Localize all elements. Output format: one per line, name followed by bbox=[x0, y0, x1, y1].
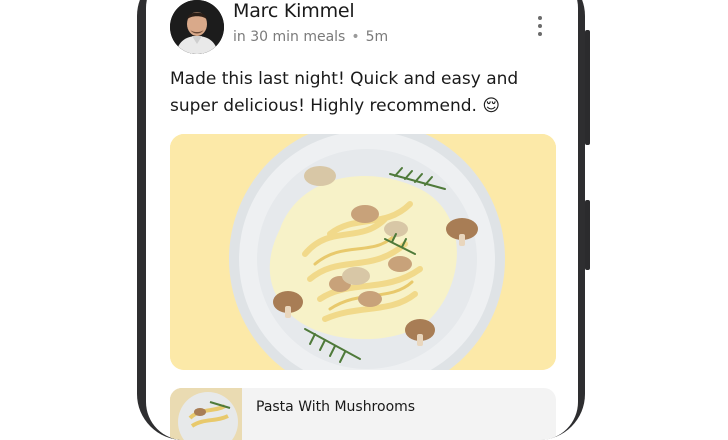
phone-side-button-bottom bbox=[585, 200, 590, 270]
phone-side-button-top bbox=[585, 30, 590, 145]
recipe-thumbnail bbox=[170, 388, 242, 440]
post-time: 5m bbox=[365, 29, 389, 45]
author-avatar[interactable] bbox=[170, 0, 224, 54]
avatar-photo bbox=[170, 0, 224, 54]
recipe-card[interactable]: Pasta With Mushrooms bbox=[170, 388, 556, 440]
post-screen: Marc Kimmel in 30 min meals • 5m Made th… bbox=[146, 0, 578, 440]
post-meta: in 30 min meals • 5m bbox=[233, 29, 388, 45]
post-text: Made this last night! Quick and easy and… bbox=[170, 69, 519, 116]
pasta-plate-image bbox=[170, 134, 556, 370]
author-name[interactable]: Marc Kimmel bbox=[233, 0, 355, 22]
group-link[interactable]: in 30 min meals bbox=[233, 29, 345, 45]
more-vertical-icon[interactable] bbox=[530, 14, 550, 38]
recipe-title: Pasta With Mushrooms bbox=[256, 399, 416, 415]
meta-separator: • bbox=[351, 29, 360, 45]
post-image[interactable] bbox=[170, 134, 556, 370]
